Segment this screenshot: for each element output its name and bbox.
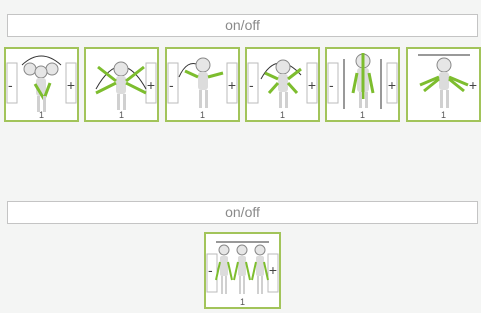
exercise-panel: on/off 1 - + 1 + 1 - + 1 - + 1 - + 1 + o… <box>0 0 481 313</box>
plus-label: + <box>307 77 316 93</box>
plus-label: + <box>146 77 155 93</box>
minus-label: - <box>208 262 213 278</box>
tile-index: 1 <box>440 110 446 120</box>
tile-index: 1 <box>38 110 44 120</box>
exercise-tile-3[interactable]: 1 - + <box>165 47 240 122</box>
exercise-tile-4[interactable]: 1 - + <box>245 47 320 122</box>
exercise-tile-1[interactable]: 1 - + <box>4 47 79 122</box>
minus-label: - <box>8 77 13 93</box>
tile-index: 1 <box>239 297 245 307</box>
exercise-tile-5[interactable]: 1 - + <box>325 47 400 122</box>
on-off-toggle-top[interactable]: on/off <box>7 14 478 37</box>
exercise-tile-6[interactable]: 1 + <box>406 47 481 122</box>
on-off-toggle-bottom[interactable]: on/off <box>7 201 478 224</box>
plus-label: + <box>66 77 75 93</box>
tile-index: 1 <box>118 110 124 120</box>
plus-label: + <box>468 77 477 93</box>
tile-index: 1 <box>359 110 365 120</box>
exercise-tile-group[interactable]: 1 - + <box>204 232 281 309</box>
tile-index: 1 <box>279 110 285 120</box>
plus-label: + <box>268 262 277 278</box>
plus-label: + <box>387 77 396 93</box>
minus-label: - <box>329 77 334 93</box>
exercise-tile-2[interactable]: 1 + <box>84 47 159 122</box>
minus-label: - <box>169 77 174 93</box>
plus-label: + <box>227 77 236 93</box>
minus-label: - <box>249 77 254 93</box>
tile-index: 1 <box>199 110 205 120</box>
